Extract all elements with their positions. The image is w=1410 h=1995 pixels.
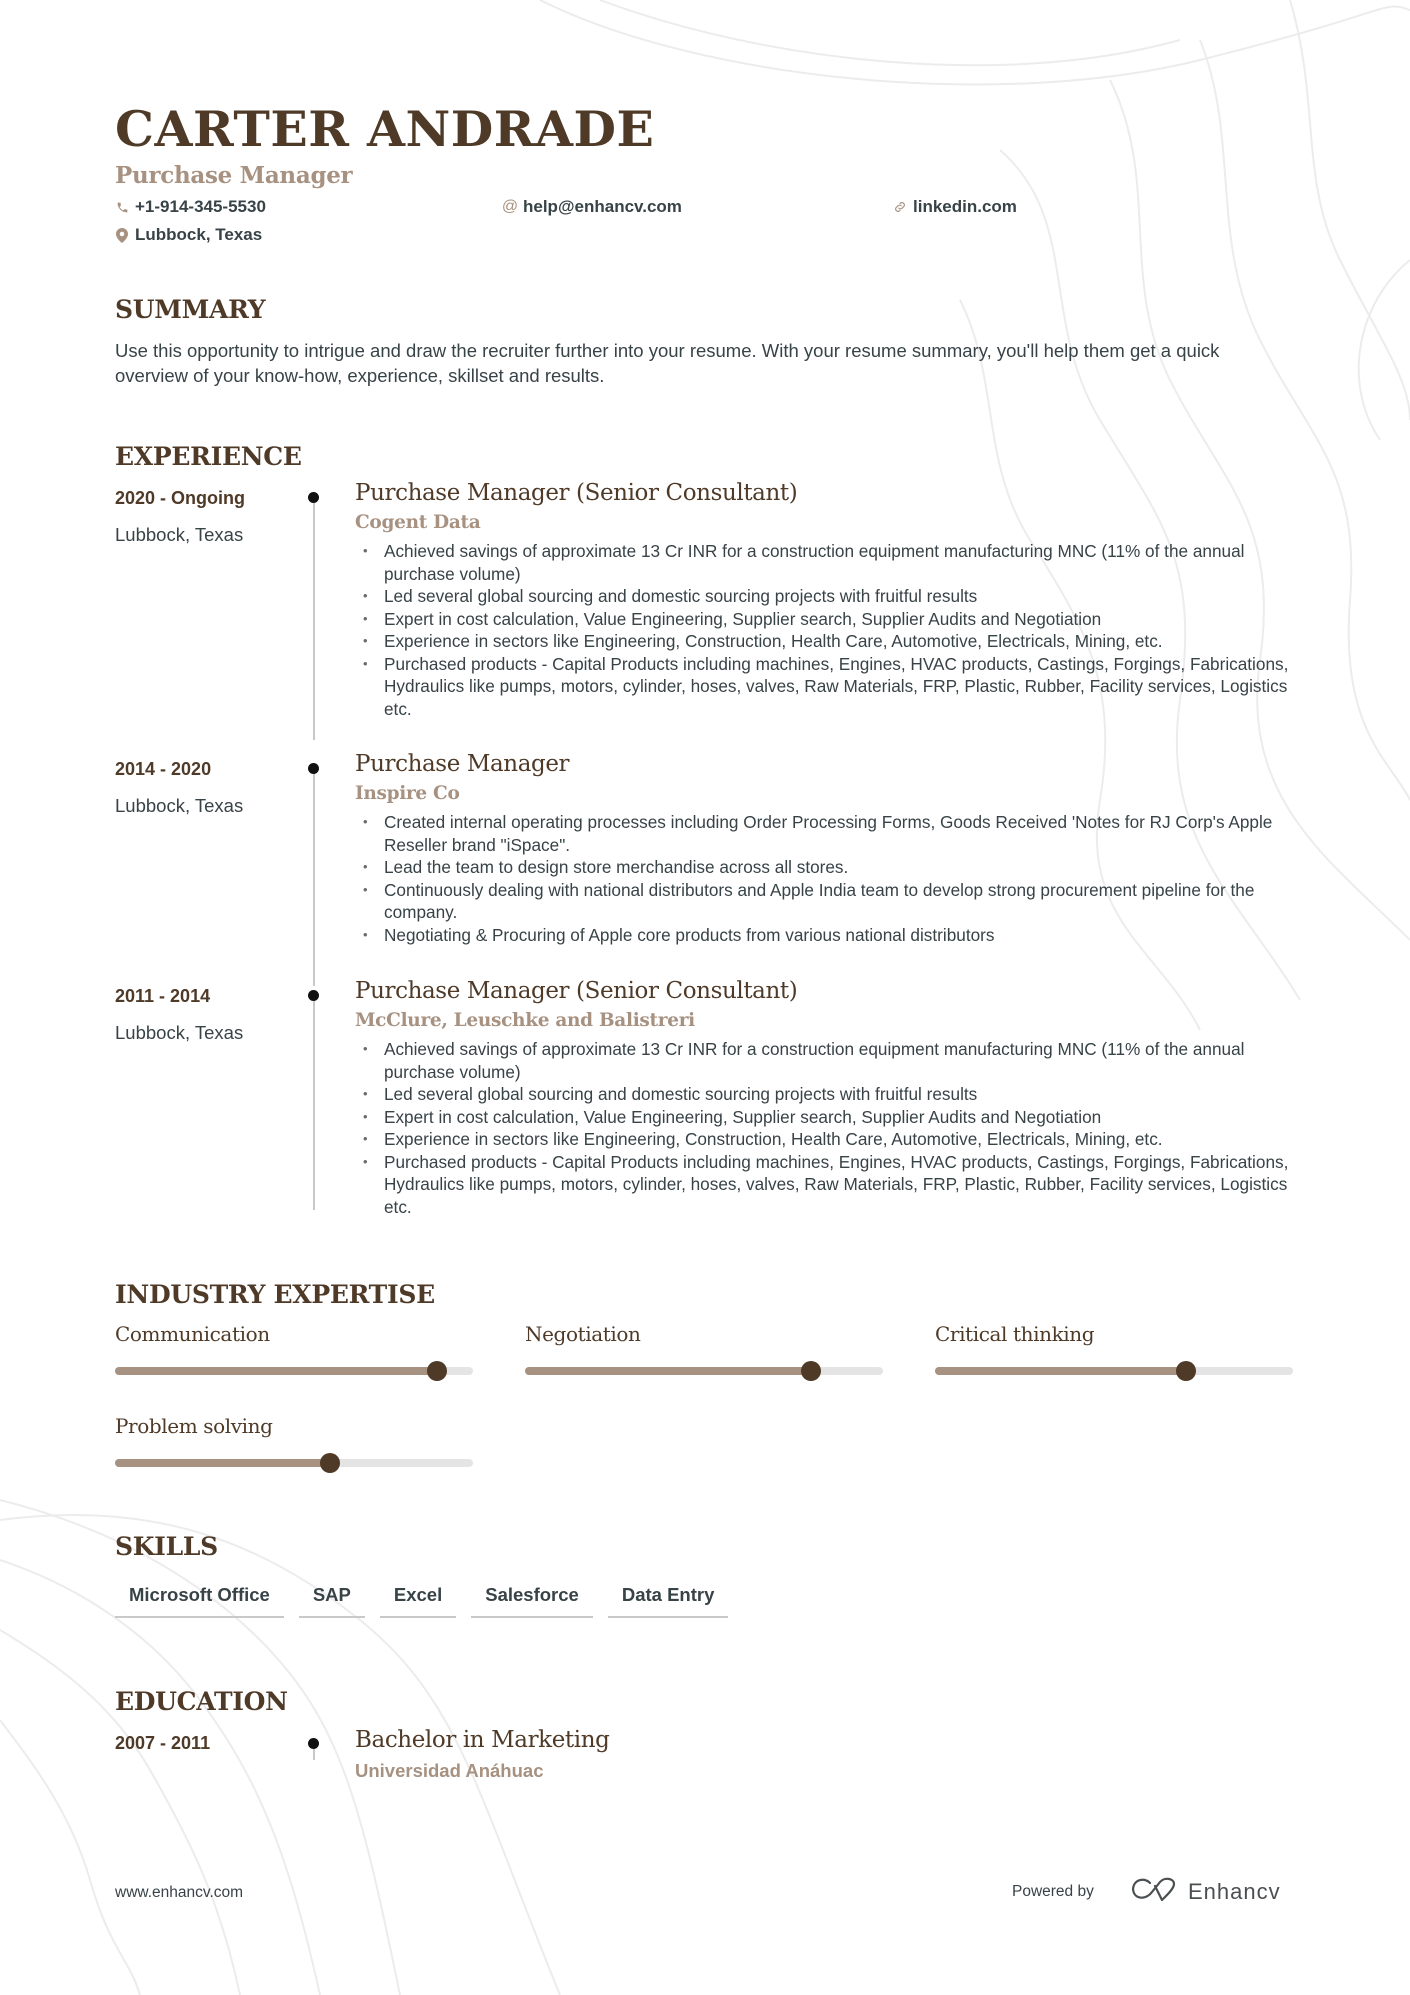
contact-email: @ help@enhancv.com <box>501 197 682 217</box>
linkedin-link[interactable]: linkedin.com <box>913 197 1017 217</box>
skill-tag: Salesforce <box>471 1584 593 1618</box>
powered-by-label: Powered by <box>1012 1883 1094 1900</box>
experience-role: Purchase Manager <box>355 751 570 777</box>
experience-location: Lubbock, Texas <box>115 524 244 545</box>
bullet-item: Lead the team to design store merchandis… <box>355 856 1295 879</box>
footer-website-link[interactable]: www.enhancv.com <box>115 1884 243 1902</box>
enhancv-logo-icon <box>1130 1876 1178 1907</box>
phone-text[interactable]: +1-914-345-5530 <box>135 197 266 217</box>
timeline-dot <box>308 763 319 774</box>
bullet-item: Purchased products - Capital Products in… <box>355 1151 1295 1219</box>
link-icon <box>893 199 907 215</box>
bullet-item: Achieved savings of approximate 13 Cr IN… <box>355 1038 1295 1083</box>
bullet-item: Continuously dealing with national distr… <box>355 879 1295 924</box>
expertise-fill <box>525 1367 812 1375</box>
expertise-label: Problem solving <box>115 1414 273 1438</box>
bullet-item: Expert in cost calculation, Value Engine… <box>355 608 1295 631</box>
resume-page: CARTER ANDRADE Purchase Manager +1-914-3… <box>0 0 1410 1995</box>
experience-location: Lubbock, Texas <box>115 795 244 816</box>
education-degree: Bachelor in Marketing <box>355 1727 610 1753</box>
candidate-name: CARTER ANDRADE <box>115 100 655 158</box>
enhancv-brand[interactable]: Enhancv <box>1130 1876 1281 1907</box>
candidate-title: Purchase Manager <box>115 162 353 189</box>
expertise-knob <box>319 1453 340 1473</box>
bullet-item: Led several global sourcing and domestic… <box>355 1083 1295 1106</box>
expertise-fill <box>935 1367 1186 1375</box>
expertise-slider: Communication <box>115 1322 475 1381</box>
experience-bullets: Achieved savings of approximate 13 Cr IN… <box>355 540 1295 720</box>
bullet-item: Experience in sectors like Engineering, … <box>355 630 1295 653</box>
expertise-slider: Negotiation <box>525 1322 885 1381</box>
skill-tag: Microsoft Office <box>115 1584 284 1618</box>
email-link[interactable]: help@enhancv.com <box>523 197 682 217</box>
timeline-dot <box>308 492 319 503</box>
skills-heading: SKILLS <box>115 1532 218 1561</box>
expertise-track <box>115 1453 473 1473</box>
experience-bullets: Achieved savings of approximate 13 Cr IN… <box>355 1038 1295 1218</box>
skill-tag: Data Entry <box>607 1584 729 1618</box>
bullet-item: Purchased products - Capital Products in… <box>355 653 1295 721</box>
map-pin-icon <box>115 227 129 243</box>
timeline-line <box>313 500 315 740</box>
expertise-knob <box>1175 1361 1196 1381</box>
contact-location: Lubbock, Texas <box>115 225 262 245</box>
expertise-fill <box>115 1367 438 1375</box>
experience-company[interactable]: McClure, Leuschke and Balistreri <box>355 1010 695 1031</box>
expertise-track <box>935 1361 1293 1381</box>
expertise-heading: INDUSTRY EXPERTISE <box>115 1280 435 1309</box>
contact-link: linkedin.com <box>893 197 1017 217</box>
education-school[interactable]: Universidad Anáhuac <box>355 1760 543 1782</box>
expertise-fill <box>115 1459 330 1467</box>
expertise-track <box>525 1361 883 1381</box>
expertise-knob <box>801 1361 822 1381</box>
expertise-label: Negotiation <box>525 1322 641 1346</box>
expertise-slider: Problem solving <box>115 1414 475 1473</box>
experience-role: Purchase Manager (Senior Consultant) <box>355 480 798 506</box>
timeline-line <box>313 998 315 1210</box>
bullet-item: Led several global sourcing and domestic… <box>355 585 1295 608</box>
expertise-label: Communication <box>115 1322 270 1346</box>
experience-date: 2020 - Ongoing <box>115 488 246 508</box>
bullet-item: Expert in cost calculation, Value Engine… <box>355 1106 1295 1129</box>
experience-date: 2011 - 2014 <box>115 986 211 1006</box>
expertise-slider: Critical thinking <box>935 1322 1295 1381</box>
timeline-dot <box>308 1738 319 1749</box>
location-text: Lubbock, Texas <box>135 225 263 244</box>
experience-company[interactable]: Cogent Data <box>355 512 481 533</box>
enhancv-brand-name: Enhancv <box>1188 1878 1281 1904</box>
experience-bullets: Created internal operating processes inc… <box>355 811 1295 946</box>
summary-heading: SUMMARY <box>115 295 266 324</box>
experience-role: Purchase Manager (Senior Consultant) <box>355 978 798 1004</box>
experience-date: 2014 - 2020 <box>115 759 212 779</box>
at-icon: @ <box>501 198 519 215</box>
timeline-dot <box>308 990 319 1001</box>
education-date: 2007 - 2011 <box>115 1733 211 1753</box>
bullet-item: Achieved savings of approximate 13 Cr IN… <box>355 540 1295 585</box>
skills-list: Microsoft Office SAP Excel Salesforce Da… <box>115 1584 729 1618</box>
experience-location: Lubbock, Texas <box>115 1022 244 1043</box>
experience-heading: EXPERIENCE <box>115 442 302 471</box>
education-heading: EDUCATION <box>115 1687 288 1716</box>
contact-phone: +1-914-345-5530 <box>115 197 266 217</box>
skill-tag: Excel <box>379 1584 457 1618</box>
bullet-item: Negotiating & Procuring of Apple core pr… <box>355 924 1295 947</box>
expertise-label: Critical thinking <box>935 1322 1095 1346</box>
expertise-knob <box>427 1361 448 1381</box>
summary-text: Use this opportunity to intrigue and dra… <box>115 340 1220 386</box>
bullet-item: Experience in sectors like Engineering, … <box>355 1128 1295 1151</box>
expertise-track <box>115 1361 473 1381</box>
timeline-line <box>313 771 315 986</box>
bullet-item: Created internal operating processes inc… <box>355 811 1295 856</box>
experience-company[interactable]: Inspire Co <box>355 783 460 804</box>
phone-icon <box>115 199 129 215</box>
skill-tag: SAP <box>298 1584 365 1618</box>
